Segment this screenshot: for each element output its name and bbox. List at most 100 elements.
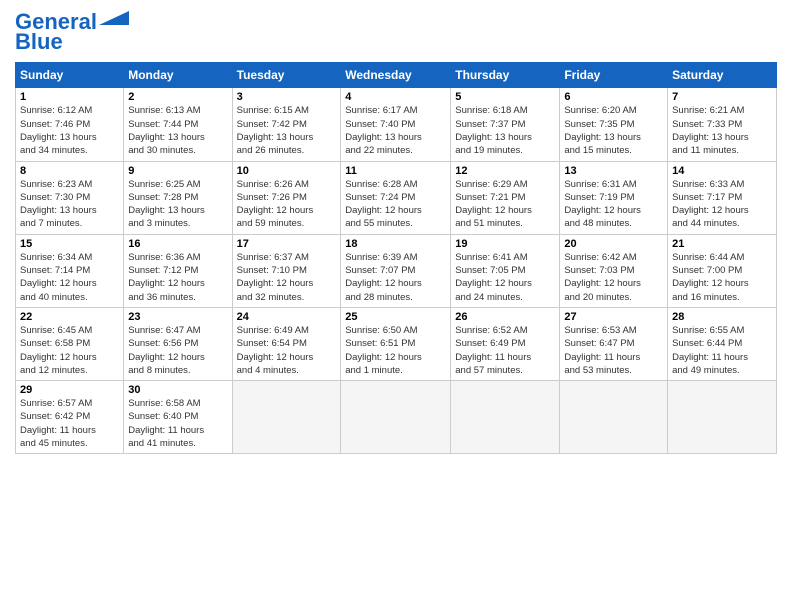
day-info: Sunrise: 6:23 AM Sunset: 7:30 PM Dayligh… [20, 178, 119, 231]
day-info: Sunrise: 6:42 AM Sunset: 7:03 PM Dayligh… [564, 251, 663, 304]
calendar-cell: 23Sunrise: 6:47 AM Sunset: 6:56 PM Dayli… [124, 307, 232, 380]
day-info: Sunrise: 6:47 AM Sunset: 6:56 PM Dayligh… [128, 324, 227, 377]
day-number: 12 [455, 165, 555, 177]
calendar-cell: 6Sunrise: 6:20 AM Sunset: 7:35 PM Daylig… [560, 88, 668, 161]
calendar-cell: 30Sunrise: 6:58 AM Sunset: 6:40 PM Dayli… [124, 381, 232, 454]
calendar-cell [668, 381, 777, 454]
weekday-header: Sunday [16, 63, 124, 88]
day-number: 29 [20, 384, 119, 396]
day-number: 13 [564, 165, 663, 177]
day-number: 4 [345, 91, 446, 103]
weekday-header: Thursday [451, 63, 560, 88]
day-info: Sunrise: 6:25 AM Sunset: 7:28 PM Dayligh… [128, 178, 227, 231]
day-number: 18 [345, 238, 446, 250]
calendar-cell: 2Sunrise: 6:13 AM Sunset: 7:44 PM Daylig… [124, 88, 232, 161]
calendar-cell: 21Sunrise: 6:44 AM Sunset: 7:00 PM Dayli… [668, 234, 777, 307]
day-number: 24 [237, 311, 337, 323]
calendar-cell: 4Sunrise: 6:17 AM Sunset: 7:40 PM Daylig… [341, 88, 451, 161]
weekday-header: Saturday [668, 63, 777, 88]
day-info: Sunrise: 6:34 AM Sunset: 7:14 PM Dayligh… [20, 251, 119, 304]
calendar-cell: 17Sunrise: 6:37 AM Sunset: 7:10 PM Dayli… [232, 234, 341, 307]
day-info: Sunrise: 6:12 AM Sunset: 7:46 PM Dayligh… [20, 104, 119, 157]
day-number: 14 [672, 165, 772, 177]
calendar-cell: 5Sunrise: 6:18 AM Sunset: 7:37 PM Daylig… [451, 88, 560, 161]
calendar-cell: 1Sunrise: 6:12 AM Sunset: 7:46 PM Daylig… [16, 88, 124, 161]
day-info: Sunrise: 6:49 AM Sunset: 6:54 PM Dayligh… [237, 324, 337, 377]
calendar-cell [341, 381, 451, 454]
calendar-body: 1Sunrise: 6:12 AM Sunset: 7:46 PM Daylig… [16, 88, 777, 454]
calendar-cell: 11Sunrise: 6:28 AM Sunset: 7:24 PM Dayli… [341, 161, 451, 234]
day-info: Sunrise: 6:37 AM Sunset: 7:10 PM Dayligh… [237, 251, 337, 304]
day-info: Sunrise: 6:36 AM Sunset: 7:12 PM Dayligh… [128, 251, 227, 304]
day-info: Sunrise: 6:26 AM Sunset: 7:26 PM Dayligh… [237, 178, 337, 231]
calendar-cell: 9Sunrise: 6:25 AM Sunset: 7:28 PM Daylig… [124, 161, 232, 234]
calendar-cell: 28Sunrise: 6:55 AM Sunset: 6:44 PM Dayli… [668, 307, 777, 380]
day-number: 19 [455, 238, 555, 250]
day-number: 3 [237, 91, 337, 103]
calendar-cell: 19Sunrise: 6:41 AM Sunset: 7:05 PM Dayli… [451, 234, 560, 307]
day-number: 9 [128, 165, 227, 177]
day-info: Sunrise: 6:15 AM Sunset: 7:42 PM Dayligh… [237, 104, 337, 157]
logo-icon [99, 11, 129, 25]
calendar-cell: 15Sunrise: 6:34 AM Sunset: 7:14 PM Dayli… [16, 234, 124, 307]
page: General Blue SundayMondayTuesdayWednesda… [0, 0, 792, 612]
day-number: 11 [345, 165, 446, 177]
day-number: 8 [20, 165, 119, 177]
day-info: Sunrise: 6:31 AM Sunset: 7:19 PM Dayligh… [564, 178, 663, 231]
weekday-header: Friday [560, 63, 668, 88]
logo-blue: Blue [15, 30, 63, 54]
day-number: 25 [345, 311, 446, 323]
day-info: Sunrise: 6:44 AM Sunset: 7:00 PM Dayligh… [672, 251, 772, 304]
day-number: 15 [20, 238, 119, 250]
day-info: Sunrise: 6:55 AM Sunset: 6:44 PM Dayligh… [672, 324, 772, 377]
day-info: Sunrise: 6:20 AM Sunset: 7:35 PM Dayligh… [564, 104, 663, 157]
day-number: 1 [20, 91, 119, 103]
logo: General Blue [15, 10, 129, 54]
day-info: Sunrise: 6:57 AM Sunset: 6:42 PM Dayligh… [20, 397, 119, 450]
day-info: Sunrise: 6:58 AM Sunset: 6:40 PM Dayligh… [128, 397, 227, 450]
calendar-table: SundayMondayTuesdayWednesdayThursdayFrid… [15, 62, 777, 454]
calendar-header: SundayMondayTuesdayWednesdayThursdayFrid… [16, 63, 777, 88]
day-number: 5 [455, 91, 555, 103]
weekday-header: Monday [124, 63, 232, 88]
day-number: 16 [128, 238, 227, 250]
day-number: 23 [128, 311, 227, 323]
day-info: Sunrise: 6:41 AM Sunset: 7:05 PM Dayligh… [455, 251, 555, 304]
day-number: 7 [672, 91, 772, 103]
day-info: Sunrise: 6:39 AM Sunset: 7:07 PM Dayligh… [345, 251, 446, 304]
calendar-cell: 27Sunrise: 6:53 AM Sunset: 6:47 PM Dayli… [560, 307, 668, 380]
day-info: Sunrise: 6:33 AM Sunset: 7:17 PM Dayligh… [672, 178, 772, 231]
calendar-cell: 20Sunrise: 6:42 AM Sunset: 7:03 PM Dayli… [560, 234, 668, 307]
day-info: Sunrise: 6:28 AM Sunset: 7:24 PM Dayligh… [345, 178, 446, 231]
calendar-cell: 26Sunrise: 6:52 AM Sunset: 6:49 PM Dayli… [451, 307, 560, 380]
day-info: Sunrise: 6:45 AM Sunset: 6:58 PM Dayligh… [20, 324, 119, 377]
day-number: 27 [564, 311, 663, 323]
day-number: 30 [128, 384, 227, 396]
day-number: 22 [20, 311, 119, 323]
day-number: 2 [128, 91, 227, 103]
calendar-cell: 10Sunrise: 6:26 AM Sunset: 7:26 PM Dayli… [232, 161, 341, 234]
calendar-cell: 12Sunrise: 6:29 AM Sunset: 7:21 PM Dayli… [451, 161, 560, 234]
weekday-header: Tuesday [232, 63, 341, 88]
calendar-cell: 22Sunrise: 6:45 AM Sunset: 6:58 PM Dayli… [16, 307, 124, 380]
calendar-cell [451, 381, 560, 454]
calendar-cell: 8Sunrise: 6:23 AM Sunset: 7:30 PM Daylig… [16, 161, 124, 234]
calendar-cell: 24Sunrise: 6:49 AM Sunset: 6:54 PM Dayli… [232, 307, 341, 380]
calendar-cell: 3Sunrise: 6:15 AM Sunset: 7:42 PM Daylig… [232, 88, 341, 161]
calendar-cell: 16Sunrise: 6:36 AM Sunset: 7:12 PM Dayli… [124, 234, 232, 307]
calendar-cell: 29Sunrise: 6:57 AM Sunset: 6:42 PM Dayli… [16, 381, 124, 454]
header: General Blue [15, 10, 777, 54]
calendar-cell [232, 381, 341, 454]
day-info: Sunrise: 6:17 AM Sunset: 7:40 PM Dayligh… [345, 104, 446, 157]
weekday-header: Wednesday [341, 63, 451, 88]
day-number: 10 [237, 165, 337, 177]
day-info: Sunrise: 6:18 AM Sunset: 7:37 PM Dayligh… [455, 104, 555, 157]
day-number: 20 [564, 238, 663, 250]
day-number: 17 [237, 238, 337, 250]
day-info: Sunrise: 6:29 AM Sunset: 7:21 PM Dayligh… [455, 178, 555, 231]
day-number: 28 [672, 311, 772, 323]
day-number: 6 [564, 91, 663, 103]
day-info: Sunrise: 6:21 AM Sunset: 7:33 PM Dayligh… [672, 104, 772, 157]
calendar-cell [560, 381, 668, 454]
day-info: Sunrise: 6:52 AM Sunset: 6:49 PM Dayligh… [455, 324, 555, 377]
